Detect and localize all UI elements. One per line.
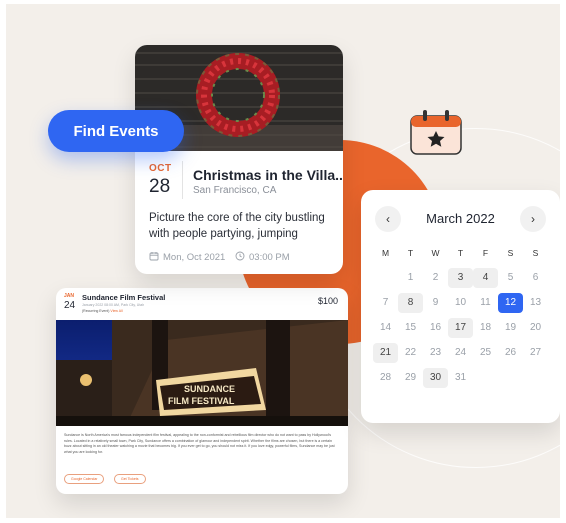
calendar-week-row: 123456	[373, 265, 548, 290]
weekday-label: W	[431, 247, 440, 258]
event-location: San Francisco, CA	[193, 185, 277, 196]
event-description: Picture the core of the city bustling wi…	[149, 212, 325, 240]
calendar-day[interactable]: 22	[398, 343, 423, 363]
calendar-day[interactable]: 17	[448, 317, 473, 338]
calendar-week-row: 21 22 23 24 25 26 27	[373, 340, 548, 365]
background-canvas: OCT 28 Christmas in the Villa... San Fra…	[6, 4, 560, 518]
svg-text:SUNDANCE: SUNDANCE	[184, 384, 235, 394]
get-tickets-button[interactable]: Get Tickets	[114, 474, 146, 484]
find-events-button[interactable]: Find Events	[48, 110, 184, 152]
event-day: 28	[149, 176, 171, 197]
calendar-day[interactable]: 15	[398, 318, 423, 338]
calendar-day[interactable]: 18	[473, 318, 498, 338]
calendar-widget: ‹ March 2022 › M T W T F S S 1 2 3 4 5 6 7 8 9 10 11 12 13 1…	[361, 190, 560, 423]
event-month: OCT	[149, 163, 172, 174]
calendar-day[interactable]: 13	[523, 293, 548, 313]
event-title[interactable]: Sundance Film Festival	[82, 293, 165, 302]
calendar-day[interactable]: 5	[498, 268, 523, 288]
weekday-label: M	[381, 247, 390, 258]
event-time-meta: 03:00 PM	[235, 251, 290, 264]
calendar-day[interactable]: 1	[398, 268, 423, 288]
calendar-grid: M T W T F S S 1 2 3 4 5 6 7 8 9 10 11 12 13 14 15 16 17 18 19 20 21…	[373, 240, 548, 390]
calendar-day[interactable]: 7	[373, 293, 398, 313]
recurring-event: (Recurring Event) View All	[82, 309, 123, 313]
event-time-text: 03:00 PM	[249, 252, 290, 263]
calendar-star-icon	[410, 108, 462, 156]
event-description: Sundance is North America's most famous …	[64, 433, 335, 454]
weekday-label: T	[407, 247, 414, 258]
calendar-day[interactable]: 2	[423, 268, 448, 288]
calendar-day[interactable]: 11	[473, 293, 498, 313]
calendar-day-empty	[473, 368, 498, 388]
calendar-week-row: 28 29 30 31	[373, 365, 548, 390]
event-price: $100	[317, 296, 338, 306]
calendar-day[interactable]: 4	[473, 267, 498, 288]
event-subtitle: January 2022 08:00 AM, Park City, Utah	[82, 303, 145, 307]
calendar-day[interactable]: 19	[498, 318, 523, 338]
calendar-week-row: 14 15 16 17 18 19 20	[373, 315, 548, 340]
chevron-right-icon: ›	[531, 212, 535, 226]
calendar-day[interactable]: 14	[373, 318, 398, 338]
calendar-day-empty	[523, 368, 548, 388]
calendar-day[interactable]: 27	[523, 343, 548, 363]
calendar-day-empty	[373, 268, 398, 288]
christmas-event-card[interactable]: OCT 28 Christmas in the Villa... San Fra…	[135, 45, 343, 274]
calendar-day[interactable]: 26	[498, 343, 523, 363]
weekday-label: S	[507, 247, 514, 258]
weekday-label: T	[457, 247, 464, 258]
view-all-link[interactable]: View All	[110, 309, 122, 313]
calendar-day[interactable]: 12	[498, 292, 523, 313]
calendar-day[interactable]: 23	[423, 343, 448, 363]
weekday-header-row: MTWTFSS	[373, 240, 548, 265]
calendar-day[interactable]: 21	[373, 342, 398, 363]
event-date-text: Mon, Oct 2021	[163, 252, 226, 263]
calendar-day[interactable]: 16	[423, 318, 448, 338]
calendar-day[interactable]: 29	[398, 368, 423, 388]
calendar-day[interactable]: 30	[423, 367, 448, 388]
calendar-day[interactable]: 10	[448, 293, 473, 313]
recurring-label: (Recurring Event)	[82, 309, 110, 313]
calendar-day[interactable]: 9	[423, 293, 448, 313]
calendar-day[interactable]: 24	[448, 343, 473, 363]
weekday-label: S	[532, 247, 539, 258]
calendar-day[interactable]: 25	[473, 343, 498, 363]
calendar-day[interactable]: 8	[398, 292, 423, 313]
calendar-week-row: 7 8 9 10 11 12 13	[373, 290, 548, 315]
event-date-meta: Mon, Oct 2021	[149, 251, 225, 264]
calendar-day-empty	[498, 368, 523, 388]
calendar-day[interactable]: 20	[523, 318, 548, 338]
next-month-button[interactable]: ›	[520, 206, 546, 232]
google-calendar-button[interactable]: Google Calendar	[64, 474, 105, 484]
date-divider	[182, 161, 183, 199]
clock-icon	[235, 251, 245, 264]
calendar-icon	[149, 251, 159, 264]
sundance-theater-photo: SUNDANCE FILM FESTIVAL	[56, 320, 348, 426]
event-month: JAN	[64, 293, 75, 299]
event-title[interactable]: Christmas in the Villa...	[193, 167, 343, 183]
svg-text:FILM FESTIVAL: FILM FESTIVAL	[168, 396, 235, 406]
calendar-day[interactable]: 3	[448, 267, 473, 288]
calendar-day[interactable]: 31	[448, 368, 473, 388]
event-day: 24	[64, 300, 76, 311]
calendar-day[interactable]: 6	[523, 268, 548, 288]
sundance-event-card[interactable]: JAN 24 Sundance Film Festival January 20…	[56, 288, 348, 494]
weekday-label: F	[482, 247, 489, 258]
calendar-day[interactable]: 28	[373, 368, 398, 388]
